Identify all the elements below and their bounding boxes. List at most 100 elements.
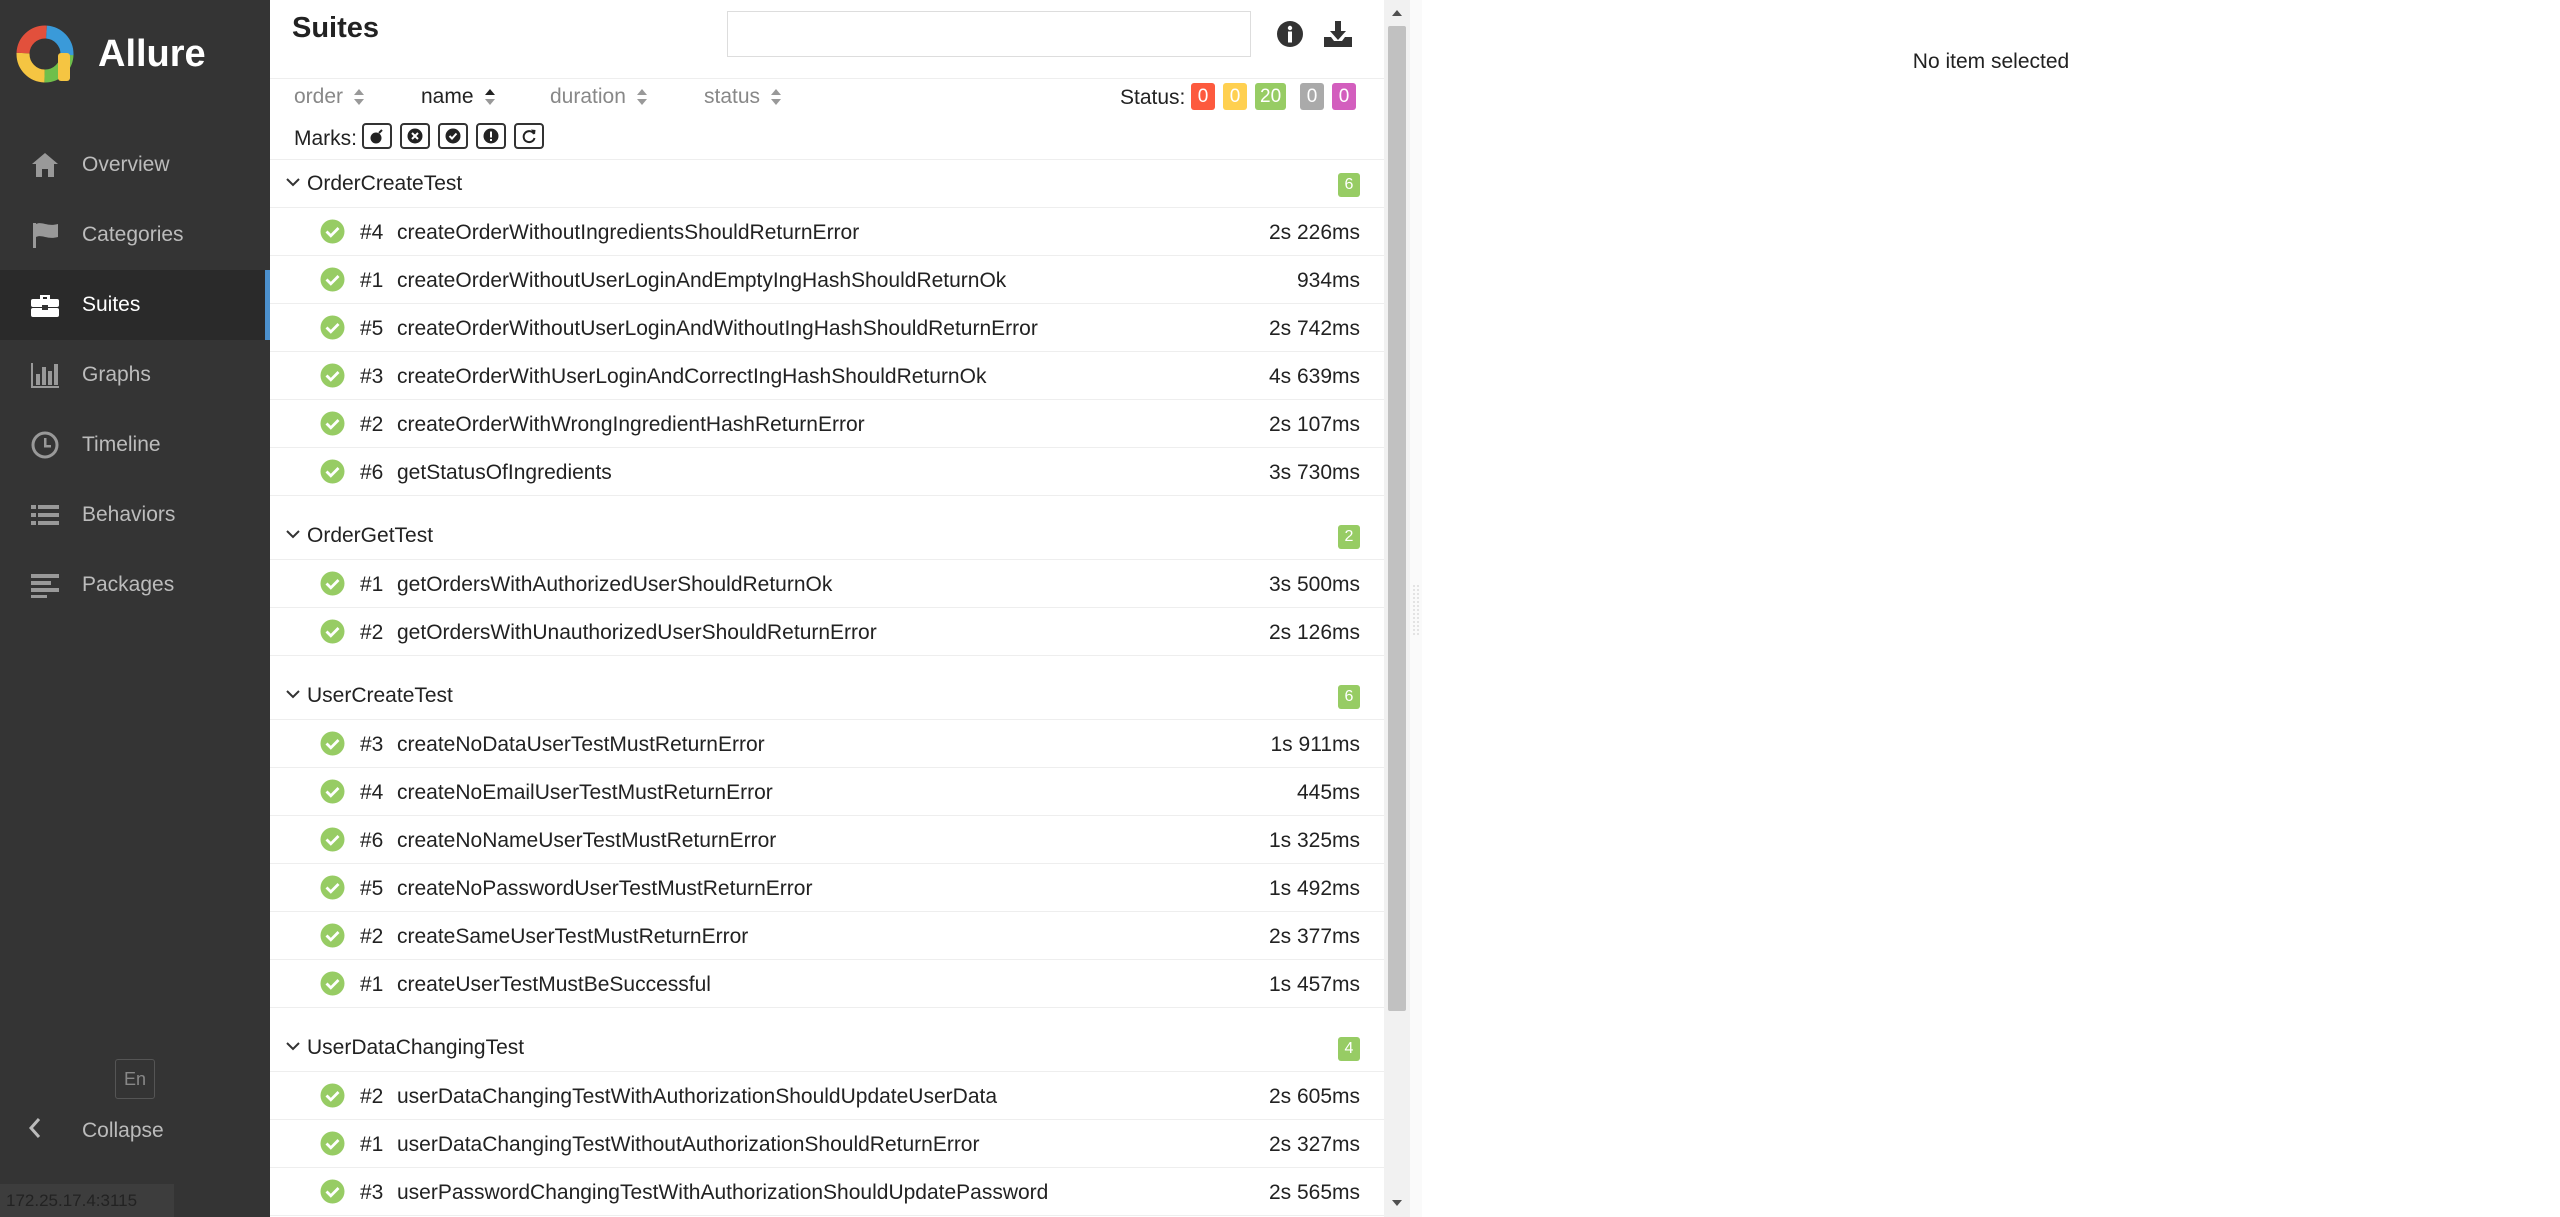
- passed-check-icon: [320, 1131, 345, 1156]
- collapse-button[interactable]: Collapse: [28, 1117, 164, 1145]
- test-order-number: #4: [360, 781, 384, 804]
- test-name: createSameUserTestMustReturnError: [397, 925, 749, 948]
- sort-by-name[interactable]: name: [421, 85, 496, 109]
- sidebar-item-suites[interactable]: Suites: [0, 270, 270, 340]
- passed-check-icon: [320, 971, 345, 996]
- search-input[interactable]: [727, 11, 1251, 57]
- allure-logo-icon: [16, 25, 74, 83]
- test-row[interactable]: #1 createUserTestMustBeSuccessful 1s 457ms: [270, 960, 1384, 1008]
- test-row[interactable]: #5 createOrderWithoutUserLoginAndWithoutI…: [270, 304, 1384, 352]
- list-icon: [28, 500, 62, 530]
- sort-label: order: [294, 85, 344, 108]
- test-row[interactable]: #4 createOrderWithoutIngredientsShouldRet…: [270, 208, 1384, 256]
- test-name: createOrderWithUserLoginAndCorrectIngHas…: [397, 365, 987, 388]
- sort-icon: [771, 89, 782, 105]
- status-badge-failed[interactable]: 0: [1191, 83, 1215, 110]
- info-icon[interactable]: [1276, 20, 1304, 48]
- passed-check-icon: [320, 1083, 345, 1108]
- test-row[interactable]: #5 createNoPasswordUserTestMustReturnErro…: [270, 864, 1384, 912]
- scrollbar-thumb[interactable]: [1388, 26, 1406, 1011]
- test-row[interactable]: #4 createNoEmailUserTestMustReturnError 44…: [270, 768, 1384, 816]
- sort-by-duration[interactable]: duration: [550, 85, 648, 109]
- suite-group-header[interactable]: OrderCreateTest 6: [270, 160, 1384, 208]
- test-duration: 445ms: [1296, 781, 1360, 804]
- test-name: userDataChangingTestWithoutAuthorization…: [397, 1133, 980, 1156]
- align-left-icon: [28, 570, 62, 600]
- status-badge-skipped[interactable]: 0: [1300, 83, 1324, 110]
- test-name: createOrderWithWrongIngredientHashReturn…: [397, 413, 865, 436]
- sidebar-item-categories[interactable]: Categories: [0, 200, 270, 270]
- sidebar-item-overview[interactable]: Overview: [0, 130, 270, 200]
- mark-new-passed-button[interactable]: [438, 123, 468, 149]
- passed-check-icon: [320, 363, 345, 388]
- chevron-down-icon: [286, 690, 300, 699]
- mark-retries-button[interactable]: [514, 123, 544, 149]
- status-badge-unknown[interactable]: 0: [1332, 83, 1356, 110]
- test-row[interactable]: #2 getOrdersWithUnauthorizedUserShouldRet…: [270, 608, 1384, 656]
- suite-group-header[interactable]: UserDataChangingTest 4: [270, 1024, 1384, 1072]
- suite-name: OrderGetTest: [307, 524, 434, 547]
- suite-group-header[interactable]: OrderGetTest 2: [270, 512, 1384, 560]
- test-row[interactable]: #2 createOrderWithWrongIngredientHashRetu…: [270, 400, 1384, 448]
- test-duration: 2s 226ms: [1268, 221, 1360, 244]
- status-badge-passed[interactable]: 20: [1255, 83, 1287, 110]
- test-row[interactable]: #1 userDataChangingTestWithoutAuthorizati…: [270, 1120, 1384, 1168]
- test-order-number: #2: [360, 413, 384, 436]
- passed-check-icon: [320, 779, 345, 804]
- test-row[interactable]: #1 createOrderWithoutUserLoginAndEmptyIng…: [270, 256, 1384, 304]
- test-order-number: #6: [360, 829, 384, 852]
- status-badge-broken[interactable]: 0: [1223, 83, 1247, 110]
- passed-check-icon: [320, 875, 345, 900]
- test-duration: 934ms: [1296, 269, 1360, 292]
- download-icon[interactable]: [1322, 19, 1354, 49]
- suite-group-header[interactable]: UserCreateTest 6: [270, 672, 1384, 720]
- chevron-down-icon: [286, 178, 300, 187]
- passed-check-icon: [320, 459, 345, 484]
- test-row[interactable]: #3 createNoDataUserTestMustReturnError 1s …: [270, 720, 1384, 768]
- sort-label: name: [421, 85, 474, 108]
- mark-new-failed-button[interactable]: [400, 123, 430, 149]
- test-row[interactable]: #2 userDataChangingTestWithAuthorizationS…: [270, 1072, 1384, 1120]
- test-duration: 2s 377ms: [1268, 925, 1360, 948]
- test-row[interactable]: #6 getStatusOfIngredients 3s 730ms: [270, 448, 1384, 496]
- pane-splitter[interactable]: [1410, 0, 1422, 1217]
- scroll-up-arrow-icon[interactable]: [1390, 8, 1404, 18]
- suite-count-badge: 6: [1338, 173, 1360, 197]
- sort-by-status[interactable]: status: [704, 85, 782, 109]
- sidebar-item-label: Timeline: [82, 433, 161, 456]
- test-duration: 2s 565ms: [1268, 1181, 1360, 1204]
- sort-icon: [354, 89, 365, 105]
- test-row[interactable]: #1 getOrdersWithAuthorizedUserShouldRetur…: [270, 560, 1384, 608]
- sidebar-item-graphs[interactable]: Graphs: [0, 340, 270, 410]
- sidebar-item-behaviors[interactable]: Behaviors: [0, 480, 270, 550]
- suite-count-badge: 4: [1338, 1037, 1360, 1061]
- scrollbar[interactable]: [1384, 0, 1410, 1217]
- brand[interactable]: Allure: [14, 22, 206, 86]
- mark-flaky-button[interactable]: [362, 123, 392, 149]
- language-button[interactable]: En: [115, 1059, 155, 1099]
- passed-check-icon: [320, 619, 345, 644]
- test-order-number: #4: [360, 221, 384, 244]
- test-duration: 2s 742ms: [1268, 317, 1360, 340]
- brand-name: Allure: [98, 32, 206, 75]
- sidebar-item-packages[interactable]: Packages: [0, 550, 270, 620]
- test-order-number: #1: [360, 973, 384, 996]
- sidebar-item-timeline[interactable]: Timeline: [0, 410, 270, 480]
- marks-bar: Marks:: [270, 119, 1384, 160]
- test-name: createOrderWithoutUserLoginAndWithoutIng…: [397, 317, 1038, 340]
- sidebar-item-label: Categories: [82, 223, 184, 246]
- scroll-down-arrow-icon[interactable]: [1390, 1198, 1404, 1208]
- test-row[interactable]: #6 createNoNameUserTestMustReturnError 1s …: [270, 816, 1384, 864]
- test-name: createOrderWithoutIngredientsShouldRetur…: [397, 221, 860, 244]
- test-row[interactable]: #2 createSameUserTestMustReturnError 2s 37…: [270, 912, 1384, 960]
- suite-tree: OrderCreateTest 6 #4 createOrderWithoutIngr…: [270, 160, 1384, 1217]
- test-row[interactable]: #3 userPasswordChangingTestWithAuthorizat…: [270, 1168, 1384, 1216]
- passed-check-icon: [320, 571, 345, 596]
- passed-check-icon: [320, 219, 345, 244]
- sort-by-order[interactable]: order: [294, 85, 365, 109]
- mark-new-broken-button[interactable]: [476, 123, 506, 149]
- bar-chart-icon: [28, 360, 62, 390]
- sort-label: status: [704, 85, 761, 108]
- test-row[interactable]: #3 createOrderWithUserLoginAndCorrectIngH…: [270, 352, 1384, 400]
